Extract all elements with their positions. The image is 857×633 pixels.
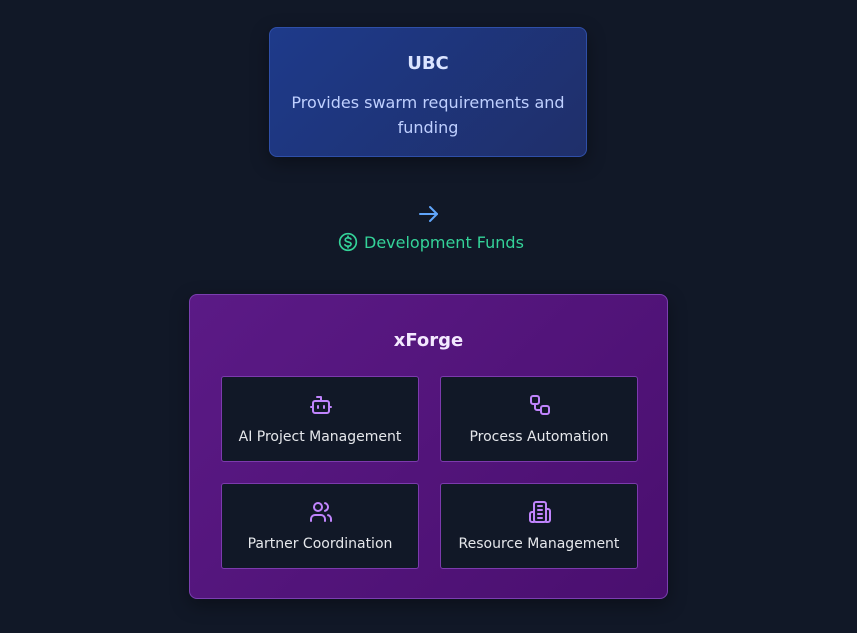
dollar-circle-icon <box>338 232 358 252</box>
feature-resource-management: Resource Management <box>440 483 638 569</box>
xforge-title: xForge <box>393 330 464 351</box>
users-icon <box>310 502 332 522</box>
ubc-node: UBC Provides swarm requirements and fund… <box>269 27 587 157</box>
feature-label: AI Project Management <box>238 429 402 445</box>
arrow-right-icon <box>419 206 438 222</box>
feature-partner-coordination: Partner Coordination <box>221 483 419 569</box>
workflow-icon <box>530 395 550 415</box>
feature-label: Resource Management <box>458 536 620 552</box>
robot-icon <box>310 396 332 414</box>
feature-label: Partner Coordination <box>247 536 393 552</box>
page: UBC Provides swarm requirements and fund… <box>0 0 857 633</box>
feature-process-automation: Process Automation <box>440 376 638 462</box>
feature-label: Process Automation <box>469 429 609 445</box>
funds-label-row: Development Funds <box>338 231 524 253</box>
xforge-node: xForge AI Project Management Process Aut… <box>189 294 668 599</box>
ubc-title: UBC <box>407 53 449 74</box>
building-icon <box>529 501 551 523</box>
feature-ai-project-management: AI Project Management <box>221 376 419 462</box>
funds-label: Development Funds <box>364 232 524 252</box>
ubc-description: Provides swarm requirements and funding <box>291 93 565 137</box>
